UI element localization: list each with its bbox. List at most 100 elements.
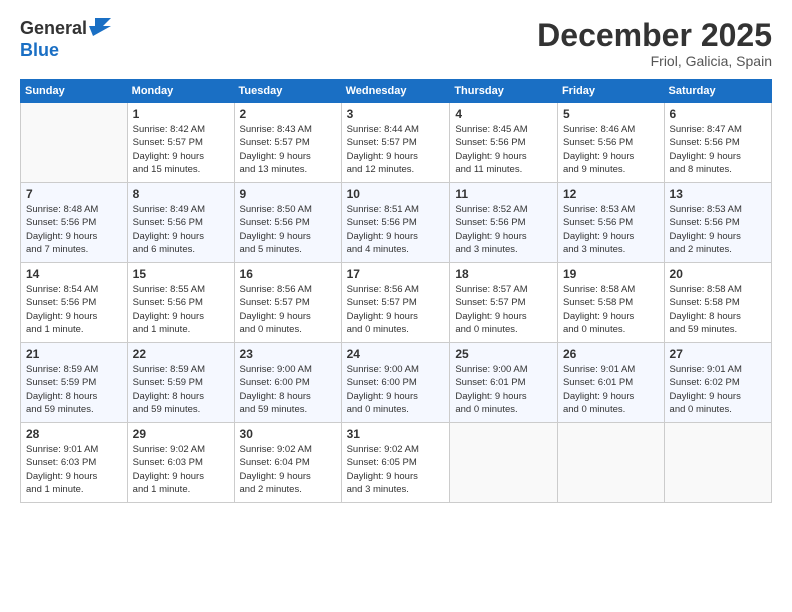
- day-info: Sunrise: 8:54 AMSunset: 5:56 PMDaylight:…: [26, 283, 122, 336]
- calendar-cell: 6 Sunrise: 8:47 AMSunset: 5:56 PMDaylight…: [664, 103, 771, 183]
- day-info: Sunrise: 8:43 AMSunset: 5:57 PMDaylight:…: [240, 123, 336, 176]
- day-info: Sunrise: 9:02 AMSunset: 6:05 PMDaylight:…: [347, 443, 445, 496]
- day-info: Sunrise: 8:56 AMSunset: 5:57 PMDaylight:…: [347, 283, 445, 336]
- calendar: Sunday Monday Tuesday Wednesday Thursday…: [20, 79, 772, 503]
- calendar-cell: 23Sunrise: 9:00 AMSunset: 6:00 PMDayligh…: [234, 343, 341, 423]
- day-info: Sunrise: 8:45 AMSunset: 5:56 PMDaylight:…: [455, 123, 552, 176]
- day-number: 30: [240, 427, 336, 441]
- calendar-cell: 24 Sunrise: 9:00 AMSunset: 6:00 PMDayligh…: [341, 343, 450, 423]
- day-number: 16: [240, 267, 336, 281]
- calendar-cell: 17Sunrise: 8:56 AMSunset: 5:57 PMDayligh…: [341, 263, 450, 343]
- page: General Blue December 2025 Friol, Galici…: [0, 0, 792, 612]
- col-sunday: Sunday: [21, 80, 128, 103]
- day-number: 18: [455, 267, 552, 281]
- day-number: 5: [563, 107, 659, 121]
- calendar-week-3: 14 Sunrise: 8:54 AMSunset: 5:56 PMDayligh…: [21, 263, 772, 343]
- calendar-cell: 18 Sunrise: 8:57 AMSunset: 5:57 PMDayligh…: [450, 263, 558, 343]
- col-wednesday: Wednesday: [341, 80, 450, 103]
- calendar-cell: 16 Sunrise: 8:56 AMSunset: 5:57 PMDayligh…: [234, 263, 341, 343]
- day-number: 21: [26, 347, 122, 361]
- day-number: 6: [670, 107, 766, 121]
- day-info: Sunrise: 8:42 AMSunset: 5:57 PMDaylight:…: [133, 123, 229, 176]
- calendar-cell: 21 Sunrise: 8:59 AMSunset: 5:59 PMDayligh…: [21, 343, 128, 423]
- day-number: 24: [347, 347, 445, 361]
- day-number: 14: [26, 267, 122, 281]
- calendar-cell: 7 Sunrise: 8:48 AMSunset: 5:56 PMDaylight…: [21, 183, 128, 263]
- calendar-cell: 15 Sunrise: 8:55 AMSunset: 5:56 PMDayligh…: [127, 263, 234, 343]
- day-info: Sunrise: 8:59 AMSunset: 5:59 PMDaylight:…: [133, 363, 229, 416]
- day-number: 23: [240, 347, 336, 361]
- day-number: 25: [455, 347, 552, 361]
- calendar-cell: 11 Sunrise: 8:52 AMSunset: 5:56 PMDayligh…: [450, 183, 558, 263]
- day-number: 28: [26, 427, 122, 441]
- day-info: Sunrise: 8:51 AMSunset: 5:56 PMDaylight:…: [347, 203, 445, 256]
- day-number: 31: [347, 427, 445, 441]
- day-info: Sunrise: 8:50 AMSunset: 5:56 PMDaylight:…: [240, 203, 336, 256]
- calendar-cell: 14 Sunrise: 8:54 AMSunset: 5:56 PMDayligh…: [21, 263, 128, 343]
- day-info: Sunrise: 9:00 AMSunset: 6:00 PMDaylight:…: [347, 363, 445, 416]
- calendar-week-4: 21 Sunrise: 8:59 AMSunset: 5:59 PMDayligh…: [21, 343, 772, 423]
- calendar-week-1: 1Sunrise: 8:42 AMSunset: 5:57 PMDaylight…: [21, 103, 772, 183]
- day-info: Sunrise: 8:59 AMSunset: 5:59 PMDaylight:…: [26, 363, 122, 416]
- calendar-cell: 2 Sunrise: 8:43 AMSunset: 5:57 PMDaylight…: [234, 103, 341, 183]
- day-number: 12: [563, 187, 659, 201]
- day-info: Sunrise: 8:52 AMSunset: 5:56 PMDaylight:…: [455, 203, 552, 256]
- day-info: Sunrise: 9:01 AMSunset: 6:01 PMDaylight:…: [563, 363, 659, 416]
- calendar-cell: 3 Sunrise: 8:44 AMSunset: 5:57 PMDaylight…: [341, 103, 450, 183]
- day-number: 4: [455, 107, 552, 121]
- col-saturday: Saturday: [664, 80, 771, 103]
- day-number: 26: [563, 347, 659, 361]
- day-number: 11: [455, 187, 552, 201]
- day-info: Sunrise: 8:47 AMSunset: 5:56 PMDaylight:…: [670, 123, 766, 176]
- calendar-cell: 12 Sunrise: 8:53 AMSunset: 5:56 PMDayligh…: [557, 183, 664, 263]
- day-number: 7: [26, 187, 122, 201]
- logo-icon: [89, 18, 111, 40]
- day-info: Sunrise: 9:01 AMSunset: 6:03 PMDaylight:…: [26, 443, 122, 496]
- day-number: 19: [563, 267, 659, 281]
- logo-blue: Blue: [20, 40, 59, 60]
- day-info: Sunrise: 8:53 AMSunset: 5:56 PMDaylight:…: [670, 203, 766, 256]
- day-number: 2: [240, 107, 336, 121]
- calendar-cell: [21, 103, 128, 183]
- header: General Blue December 2025 Friol, Galici…: [20, 18, 772, 69]
- day-info: Sunrise: 8:57 AMSunset: 5:57 PMDaylight:…: [455, 283, 552, 336]
- title-block: December 2025 Friol, Galicia, Spain: [537, 18, 772, 69]
- calendar-cell: 26 Sunrise: 9:01 AMSunset: 6:01 PMDayligh…: [557, 343, 664, 423]
- day-number: 22: [133, 347, 229, 361]
- col-tuesday: Tuesday: [234, 80, 341, 103]
- calendar-week-5: 28 Sunrise: 9:01 AMSunset: 6:03 PMDayligh…: [21, 423, 772, 503]
- day-info: Sunrise: 8:48 AMSunset: 5:56 PMDaylight:…: [26, 203, 122, 256]
- day-info: Sunrise: 9:02 AMSunset: 6:04 PMDaylight:…: [240, 443, 336, 496]
- day-number: 27: [670, 347, 766, 361]
- calendar-cell: 28 Sunrise: 9:01 AMSunset: 6:03 PMDayligh…: [21, 423, 128, 503]
- day-number: 3: [347, 107, 445, 121]
- calendar-cell: 4 Sunrise: 8:45 AMSunset: 5:56 PMDaylight…: [450, 103, 558, 183]
- day-info: Sunrise: 8:56 AMSunset: 5:57 PMDaylight:…: [240, 283, 336, 336]
- calendar-cell: [664, 423, 771, 503]
- location: Friol, Galicia, Spain: [537, 53, 772, 69]
- calendar-cell: 10 Sunrise: 8:51 AMSunset: 5:56 PMDayligh…: [341, 183, 450, 263]
- calendar-cell: 20Sunrise: 8:58 AMSunset: 5:58 PMDayligh…: [664, 263, 771, 343]
- day-info: Sunrise: 8:46 AMSunset: 5:56 PMDaylight:…: [563, 123, 659, 176]
- day-info: Sunrise: 8:58 AMSunset: 5:58 PMDaylight:…: [563, 283, 659, 336]
- day-number: 15: [133, 267, 229, 281]
- day-number: 9: [240, 187, 336, 201]
- col-monday: Monday: [127, 80, 234, 103]
- day-number: 10: [347, 187, 445, 201]
- logo: General Blue: [20, 18, 111, 62]
- day-info: Sunrise: 8:55 AMSunset: 5:56 PMDaylight:…: [133, 283, 229, 336]
- day-info: Sunrise: 8:53 AMSunset: 5:56 PMDaylight:…: [563, 203, 659, 256]
- calendar-cell: 30 Sunrise: 9:02 AMSunset: 6:04 PMDayligh…: [234, 423, 341, 503]
- day-info: Sunrise: 9:02 AMSunset: 6:03 PMDaylight:…: [133, 443, 229, 496]
- calendar-cell: 13Sunrise: 8:53 AMSunset: 5:56 PMDayligh…: [664, 183, 771, 263]
- calendar-cell: 25Sunrise: 9:00 AMSunset: 6:01 PMDayligh…: [450, 343, 558, 423]
- calendar-cell: 1Sunrise: 8:42 AMSunset: 5:57 PMDaylight…: [127, 103, 234, 183]
- calendar-cell: [557, 423, 664, 503]
- day-info: Sunrise: 8:44 AMSunset: 5:57 PMDaylight:…: [347, 123, 445, 176]
- day-info: Sunrise: 9:01 AMSunset: 6:02 PMDaylight:…: [670, 363, 766, 416]
- calendar-cell: 5 Sunrise: 8:46 AMSunset: 5:56 PMDaylight…: [557, 103, 664, 183]
- month-title: December 2025: [537, 18, 772, 53]
- calendar-cell: 19 Sunrise: 8:58 AMSunset: 5:58 PMDayligh…: [557, 263, 664, 343]
- calendar-cell: 8Sunrise: 8:49 AMSunset: 5:56 PMDaylight…: [127, 183, 234, 263]
- day-info: Sunrise: 8:58 AMSunset: 5:58 PMDaylight:…: [670, 283, 766, 336]
